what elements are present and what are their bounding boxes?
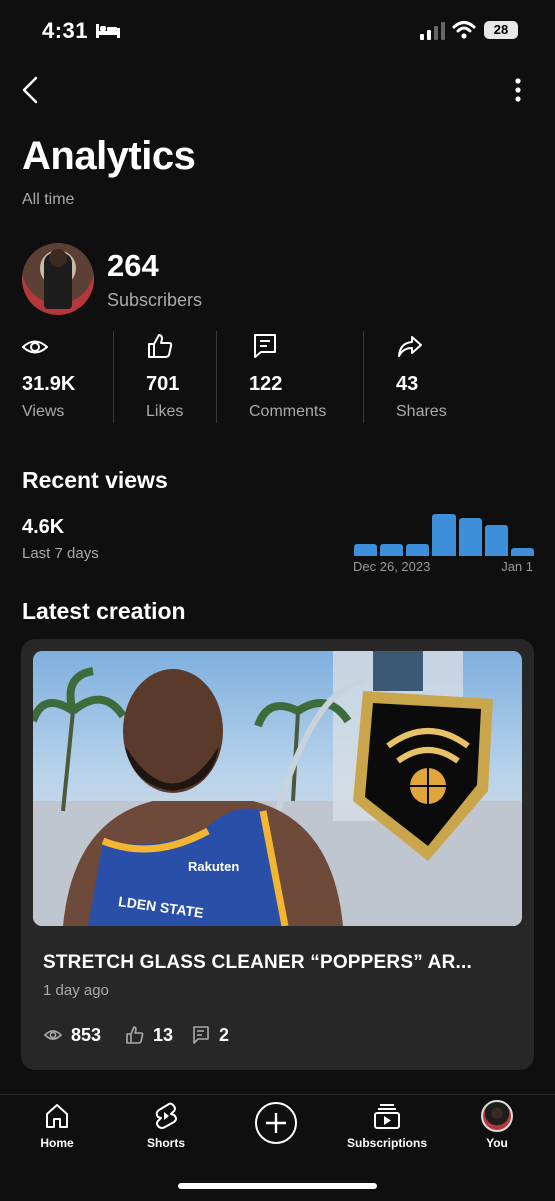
- eye-icon: [22, 340, 48, 354]
- home-indicator: [178, 1183, 377, 1189]
- stat-divider: [113, 331, 114, 423]
- nav-home-label: Home: [40, 1136, 74, 1150]
- chart-bar: [406, 544, 430, 556]
- nav-you-label: You: [486, 1136, 508, 1150]
- stat-views-value: 31.9K: [22, 373, 76, 395]
- eye-icon: [44, 1030, 62, 1040]
- share-icon: [398, 336, 422, 357]
- stat-comments-label: Comments: [249, 403, 327, 420]
- video-likes-value: 13: [153, 1025, 174, 1045]
- chart-bar: [484, 525, 508, 556]
- chart-axis-start: Dec 26, 2023: [353, 559, 431, 574]
- jersey-sponsor-text: Rakuten: [188, 859, 240, 874]
- stat-shares-value: 43: [396, 373, 419, 395]
- stat-divider: [363, 331, 364, 423]
- thumbs-up-icon: [148, 334, 173, 358]
- time-range-label: All time: [22, 191, 75, 208]
- nav-shorts[interactable]: Shorts: [137, 1102, 195, 1152]
- chart-bar: [354, 544, 378, 556]
- video-comments-value: 2: [219, 1025, 230, 1045]
- page-title: Analytics: [22, 134, 196, 178]
- stat-views-label: Views: [22, 403, 65, 420]
- channel-avatar: [22, 243, 94, 315]
- stat-likes-label: Likes: [146, 403, 184, 420]
- nav-home[interactable]: Home: [28, 1102, 86, 1152]
- video-posted-time: 1 day ago: [43, 982, 109, 999]
- back-arrow-icon[interactable]: [18, 74, 46, 106]
- you-avatar-icon: [481, 1100, 513, 1132]
- recent-views-chart[interactable]: [354, 508, 534, 556]
- chart-bar: [510, 548, 534, 556]
- subscriber-count: 264: [107, 248, 159, 283]
- nav-subscriptions-label: Subscriptions: [346, 1136, 427, 1150]
- subscriber-label: Subscribers: [107, 290, 203, 310]
- stat-comments-value: 122: [249, 373, 283, 395]
- more-options-icon[interactable]: [506, 76, 530, 104]
- signal-icon: [420, 22, 445, 40]
- stat-divider: [216, 331, 217, 423]
- status-time: 4:31: [42, 18, 89, 43]
- nav-you[interactable]: You: [468, 1100, 526, 1152]
- chart-bar: [458, 518, 482, 556]
- comment-icon: [193, 1026, 209, 1044]
- shorts-icon: [155, 1102, 177, 1129]
- chart-bar: [380, 544, 404, 556]
- create-plus-icon: [266, 1113, 286, 1133]
- stat-likes-value: 701: [146, 373, 180, 395]
- video-title[interactable]: STRETCH GLASS CLEANER “POPPERS” AR...: [43, 952, 513, 974]
- subscriptions-icon: [374, 1104, 400, 1129]
- comment-icon: [254, 334, 276, 358]
- nav-shorts-label: Shorts: [146, 1136, 185, 1150]
- recent-views-title: Recent views: [22, 467, 168, 493]
- chart-bar: [432, 514, 456, 556]
- video-views-value: 853: [71, 1025, 102, 1045]
- nav-subscriptions[interactable]: Subscriptions: [342, 1102, 432, 1152]
- home-icon: [46, 1104, 68, 1128]
- thumbs-up-icon: [126, 1026, 144, 1044]
- video-thumbnail[interactable]: Rakuten LDEN STATE: [33, 651, 522, 926]
- recent-views-value: 4.6K: [22, 516, 65, 538]
- bed-icon: [96, 24, 120, 38]
- recent-views-period: Last 7 days: [22, 545, 99, 562]
- chart-axis-end: Jan 1: [501, 559, 533, 574]
- latest-creation-title: Latest creation: [22, 598, 186, 624]
- battery-indicator: 28: [484, 21, 518, 39]
- stat-shares-label: Shares: [396, 403, 447, 420]
- create-button[interactable]: [255, 1102, 297, 1144]
- wifi-icon: [452, 21, 476, 39]
